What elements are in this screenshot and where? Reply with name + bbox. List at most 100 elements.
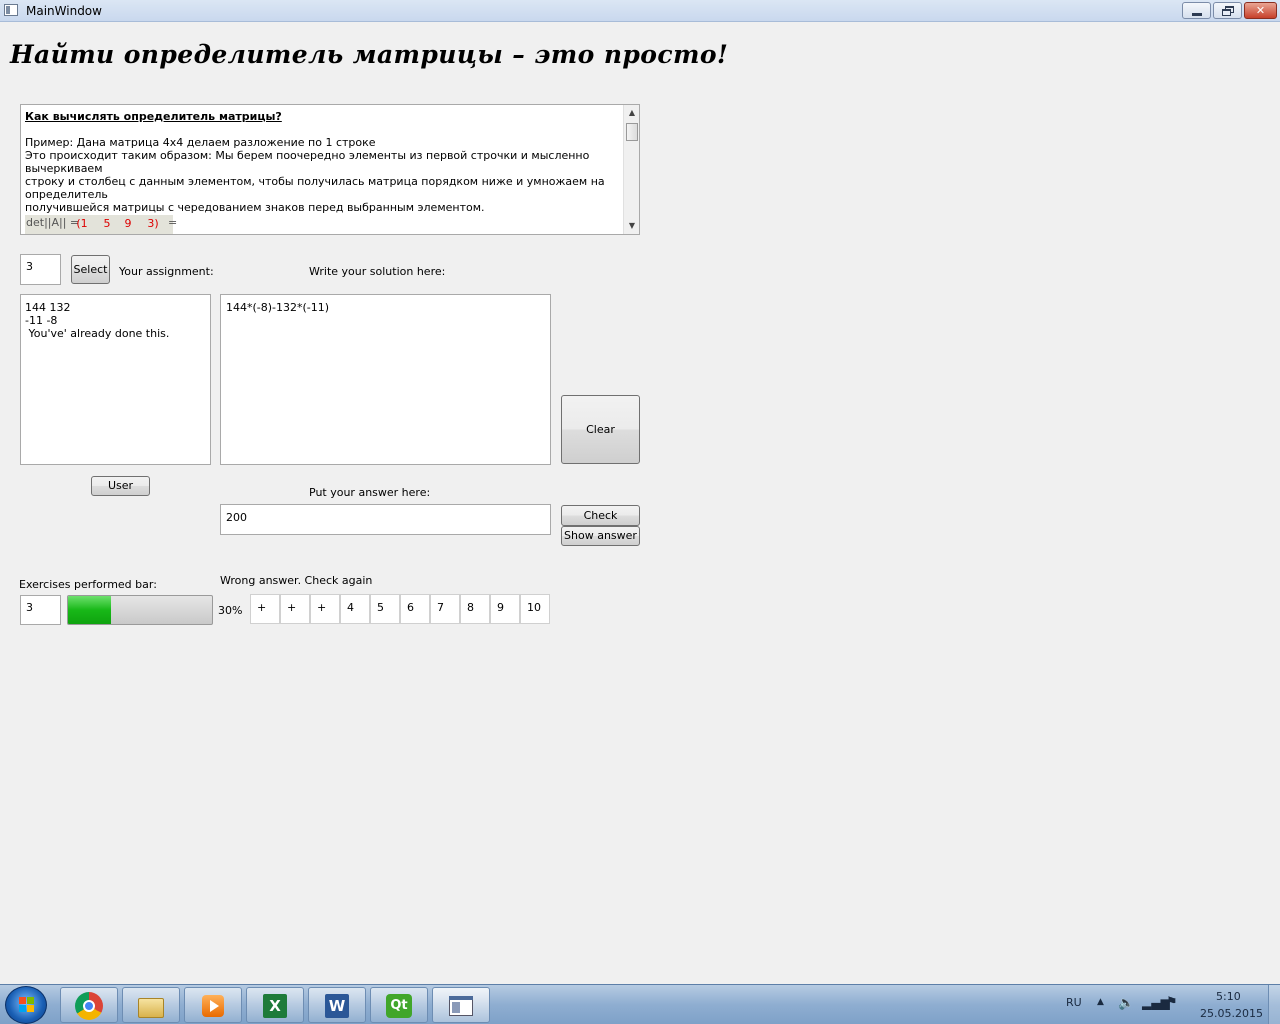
solution-input[interactable]: 144*(-8)-132*(-11) <box>220 294 551 465</box>
exercise-mark-text: 8 <box>467 601 474 614</box>
status-message: Wrong answer. Check again <box>220 574 373 587</box>
matrix-cell: (1 <box>76 217 88 230</box>
restore-icon-back <box>1222 9 1231 16</box>
taskbar-media-player[interactable] <box>184 987 242 1023</box>
taskbar: X W Qt RU ▲ 🔈 ▂▄▆ ⚑ 5:10 25.05.2015 <box>0 984 1280 1024</box>
clear-button[interactable]: Clear <box>561 395 640 464</box>
assignment-line: You've' already done this. <box>25 327 170 340</box>
folder-icon <box>137 992 165 1020</box>
progress-label: Exercises performed bar: <box>19 578 157 591</box>
help-line: Пример: Дана матрица 4х4 делаем разложен… <box>25 136 376 149</box>
exercise-mark-text: 7 <box>437 601 444 614</box>
exercise-mark-text: 9 <box>497 601 504 614</box>
taskbar-word[interactable]: W <box>308 987 366 1023</box>
exercise-mark-text: 6 <box>407 601 414 614</box>
help-text-panel[interactable]: Как вычислять определитель матрицы? Прим… <box>20 104 640 235</box>
scroll-up-icon[interactable]: ▲ <box>624 105 640 121</box>
tray-expand-icon[interactable]: ▲ <box>1097 997 1104 1007</box>
matrix-cell: 10 <box>121 233 141 234</box>
exercises-count-field[interactable]: 3 <box>20 595 61 625</box>
excel-icon: X <box>261 992 289 1020</box>
exercise-mark: 5 <box>370 594 400 624</box>
equals-sign: = <box>168 216 178 229</box>
exercise-mark: 7 <box>430 594 460 624</box>
clock-date[interactable]: 25.05.2015 <box>1200 1007 1263 1020</box>
matrix-cell: (2 <box>72 233 92 234</box>
exercises-progress-bar <box>67 595 213 625</box>
answer-input[interactable]: 200 <box>220 504 551 535</box>
exercise-mark-text: + <box>317 601 327 614</box>
assignment-number-value: 3 <box>26 260 33 273</box>
help-content: Как вычислять определитель матрицы? Прим… <box>25 110 621 234</box>
exercise-marks: + + + 4 5 6 7 8 9 10 <box>250 594 550 624</box>
start-button[interactable] <box>5 986 47 1024</box>
matrix-cell: 9 <box>124 217 132 230</box>
taskbar-explorer[interactable] <box>122 987 180 1023</box>
help-line: Это происходит таким образом: Мы берем п… <box>25 149 590 175</box>
exercise-mark: + <box>280 594 310 624</box>
exercise-mark: 4 <box>340 594 370 624</box>
minimize-button[interactable] <box>1182 2 1211 19</box>
word-icon: W <box>323 992 351 1020</box>
title-bar: MainWindow ✕ <box>0 0 1280 22</box>
user-button[interactable]: User <box>91 476 150 496</box>
volume-icon[interactable]: 🔈 <box>1118 996 1134 1011</box>
matrix-example: det||A|| = = (1 5 9 3) (2 6 10 4) (3 7 1… <box>25 215 177 234</box>
exercise-mark-text: 5 <box>377 601 384 614</box>
action-center-flag-icon[interactable]: ⚑ <box>1166 995 1178 1010</box>
solution-label: Write your solution here: <box>309 265 446 278</box>
exercise-mark-text: 10 <box>527 601 541 614</box>
show-answer-button[interactable]: Show answer <box>561 526 640 546</box>
select-button[interactable]: Select <box>71 255 110 284</box>
assignment-number-input[interactable]: 3 <box>20 254 61 285</box>
taskbar-mainwindow[interactable] <box>432 987 490 1023</box>
progress-fill <box>68 596 112 624</box>
chrome-icon <box>75 992 103 1020</box>
help-scrollbar[interactable]: ▲ ▼ <box>623 105 639 234</box>
media-player-icon <box>199 992 227 1020</box>
exercise-mark: + <box>250 594 280 624</box>
close-button[interactable]: ✕ <box>1244 2 1277 19</box>
scroll-thumb[interactable] <box>626 123 638 141</box>
minimize-icon <box>1192 13 1202 16</box>
assignment-text[interactable]: 144 132 -11 -8 You've' already done this… <box>20 294 211 465</box>
progress-percent: 30% <box>218 604 243 617</box>
exercise-mark: 10 <box>520 594 550 624</box>
exercise-mark: + <box>310 594 340 624</box>
window-title: MainWindow <box>26 4 102 18</box>
solution-value: 144*(-8)-132*(-11) <box>226 301 330 314</box>
show-desktop-button[interactable] <box>1268 985 1280 1024</box>
close-icon: ✕ <box>1255 4 1266 17</box>
matrix-cell: 5 <box>103 217 111 230</box>
help-title: Как вычислять определитель матрицы? <box>25 110 282 123</box>
page-title: Найти определитель матрицы – это просто! <box>10 40 729 69</box>
qt-icon: Qt <box>385 992 413 1020</box>
windows-logo-icon <box>19 997 35 1013</box>
taskbar-excel[interactable]: X <box>246 987 304 1023</box>
exercise-mark: 6 <box>400 594 430 624</box>
window-icon <box>4 4 18 16</box>
app-window-icon <box>447 992 475 1020</box>
assignment-line: -11 -8 <box>25 314 58 327</box>
exercise-mark: 9 <box>490 594 520 624</box>
assignment-label: Your assignment: <box>119 265 214 278</box>
maximize-button[interactable] <box>1213 2 1242 19</box>
scroll-down-icon[interactable]: ▼ <box>624 218 640 234</box>
exercise-mark: 8 <box>460 594 490 624</box>
clock-time[interactable]: 5:10 <box>1216 990 1241 1003</box>
exercise-mark-text: 4 <box>347 601 354 614</box>
taskbar-chrome[interactable] <box>60 987 118 1023</box>
assignment-line: 144 132 <box>25 301 71 314</box>
answer-label: Put your answer here: <box>309 486 431 499</box>
taskbar-qt-creator[interactable]: Qt <box>370 987 428 1023</box>
help-line: получившейся матрицы с чередованием знак… <box>25 201 485 214</box>
matrix-cell: 3) <box>147 217 159 230</box>
matrix-cell: 6 <box>97 233 117 234</box>
check-button[interactable]: Check <box>561 505 640 526</box>
language-indicator[interactable]: RU <box>1066 996 1082 1009</box>
exercises-count-value: 3 <box>26 601 33 614</box>
matrix-cell: 4) <box>145 233 165 234</box>
exercise-mark-text: + <box>287 601 297 614</box>
exercise-mark-text: + <box>257 601 267 614</box>
answer-value: 200 <box>226 511 247 524</box>
